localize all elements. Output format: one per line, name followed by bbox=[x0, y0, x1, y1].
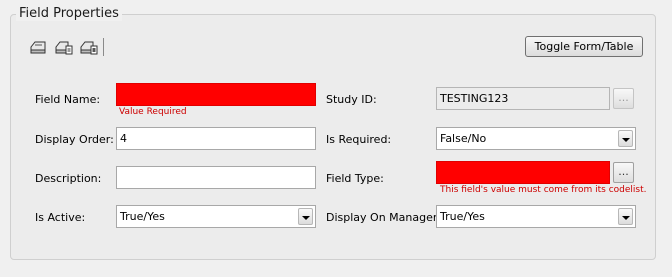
is-active-label: Is Active: bbox=[35, 211, 86, 224]
field-type-browse-button[interactable]: ... bbox=[613, 162, 634, 183]
is-active-value: True/Yes bbox=[120, 210, 165, 223]
is-required-label: Is Required: bbox=[326, 133, 392, 146]
save-as-icon[interactable] bbox=[54, 38, 74, 56]
display-on-manager-value: True/Yes bbox=[440, 210, 485, 223]
is-required-select[interactable]: False/No bbox=[436, 127, 636, 150]
study-id-input: TESTING123 bbox=[436, 87, 610, 110]
display-on-manager-select[interactable]: True/Yes bbox=[436, 205, 636, 228]
save-icon[interactable] bbox=[28, 38, 48, 56]
field-type-label: Field Type: bbox=[326, 172, 384, 185]
field-name-error: Value Required bbox=[119, 107, 187, 117]
field-name-label: Field Name: bbox=[35, 93, 101, 106]
field-type-error: This field's value must come from its co… bbox=[440, 185, 647, 195]
chevron-down-icon[interactable] bbox=[618, 130, 633, 147]
description-label: Description: bbox=[35, 172, 102, 185]
study-id-browse-button: ... bbox=[613, 88, 634, 109]
is-active-select[interactable]: True/Yes bbox=[116, 205, 316, 228]
chevron-down-icon[interactable] bbox=[618, 208, 633, 225]
field-name-input[interactable] bbox=[116, 83, 316, 106]
toolbar-separator bbox=[103, 38, 104, 56]
description-input[interactable] bbox=[116, 166, 316, 189]
toggle-form-table-button[interactable]: Toggle Form/Table bbox=[525, 36, 643, 57]
display-on-manager-label: Display On Manager: bbox=[326, 211, 441, 224]
chevron-down-icon[interactable] bbox=[298, 208, 313, 225]
display-order-input[interactable]: 4 bbox=[116, 127, 316, 150]
is-required-value: False/No bbox=[440, 132, 487, 145]
save-close-icon[interactable] bbox=[79, 38, 99, 56]
panel-title: Field Properties bbox=[16, 6, 122, 21]
display-order-label: Display Order: bbox=[35, 133, 114, 146]
field-type-input[interactable] bbox=[436, 161, 610, 184]
study-id-label: Study ID: bbox=[326, 93, 377, 106]
